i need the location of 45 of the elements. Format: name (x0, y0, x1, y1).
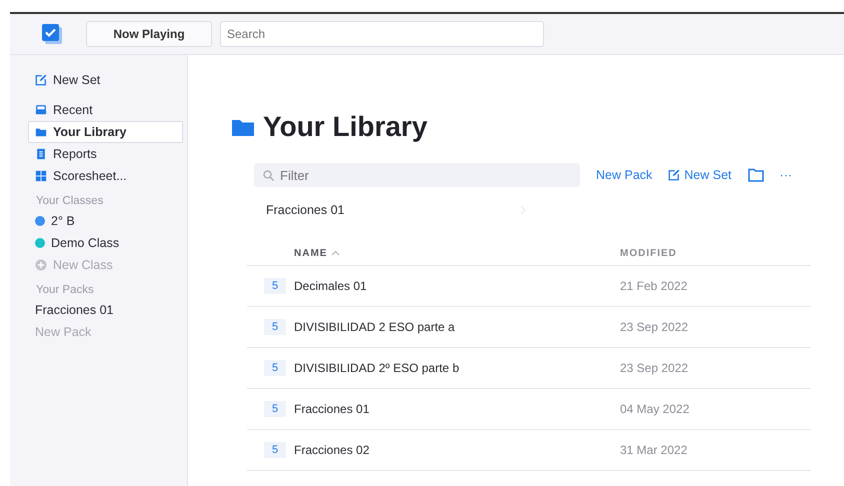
set-name[interactable]: Fracciones 01 (294, 402, 370, 416)
filter-field[interactable]: Filter (254, 163, 580, 187)
breadcrumb[interactable]: Fracciones 01 (266, 203, 345, 217)
set-name[interactable]: Decimales 01 (294, 279, 367, 293)
section-heading: Your Packs (36, 284, 95, 296)
sidebar-item[interactable]: Reports (28, 143, 183, 165)
more-button[interactable]: ··· (780, 168, 792, 182)
pack-item[interactable]: Fracciones 01 (28, 299, 183, 321)
set-name[interactable]: DIVISIBILIDAD 2º ESO parte b (294, 361, 460, 375)
sidebar-item[interactable]: Recent (28, 99, 183, 121)
checkbox-logo-icon[interactable] (41, 23, 63, 45)
modified-date: 04 May 2022 (620, 402, 690, 416)
sidebar-item[interactable]: Your Library (28, 121, 183, 143)
page-title: Your Library (263, 111, 428, 143)
modified-date: 23 Sep 2022 (620, 361, 688, 375)
modified-date: 21 Feb 2022 (620, 279, 688, 293)
set-name[interactable]: DIVISIBILIDAD 2 ESO parte a (294, 320, 455, 334)
document-icon (35, 148, 47, 160)
now-playing-button[interactable]: Now Playing (86, 21, 212, 47)
modified-date: 31 Mar 2022 (620, 443, 688, 457)
sort-up-icon (331, 250, 340, 256)
folder-icon (231, 117, 255, 137)
search-field[interactable]: Search (220, 21, 544, 47)
new-set-link[interactable]: New Set (668, 168, 732, 182)
column-header[interactable]: NAME (294, 248, 328, 258)
modified-date: 23 Sep 2022 (620, 320, 688, 334)
new-pack-link[interactable]: New Pack (596, 168, 652, 182)
count-badge: 5 (264, 401, 286, 417)
set-name[interactable]: Fracciones 02 (294, 443, 370, 457)
count-badge: 5 (264, 360, 286, 376)
tray-icon (35, 104, 47, 116)
sidebar-item[interactable]: Scoresheet... (28, 165, 183, 187)
folder-icon[interactable] (748, 168, 764, 182)
count-badge: 5 (264, 278, 286, 294)
plus-circle-icon (35, 259, 47, 271)
new-set-link[interactable]: New Set (28, 69, 183, 91)
edit-icon (35, 74, 47, 86)
folder-icon (35, 126, 47, 138)
count-badge: 5 (264, 319, 286, 335)
grid-icon (35, 170, 47, 182)
edit-icon (668, 169, 680, 181)
count-badge: 5 (264, 442, 286, 458)
section-heading: Your Classes (36, 195, 104, 207)
class-item[interactable]: 2° B (28, 210, 183, 232)
class-item[interactable]: Demo Class (28, 232, 183, 254)
